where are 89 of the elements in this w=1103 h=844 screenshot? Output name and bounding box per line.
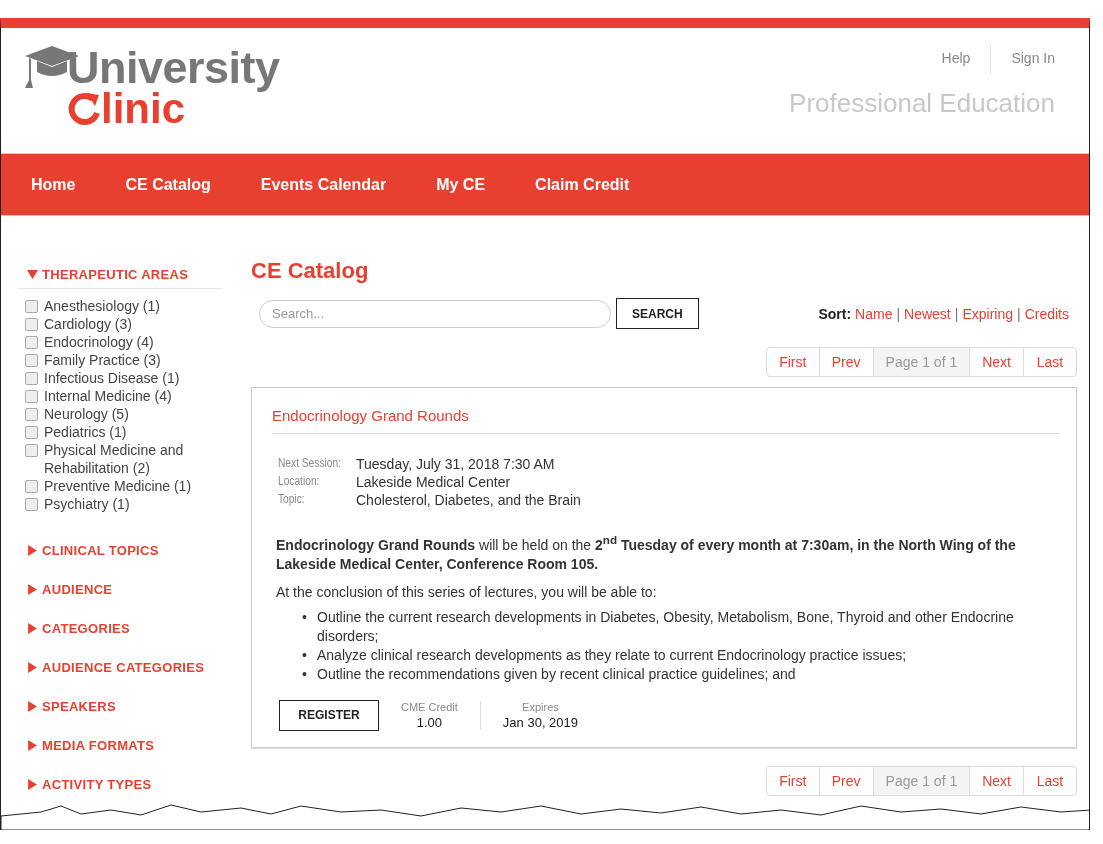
header-link[interactable]: Sign In (990, 44, 1055, 74)
nav-link[interactable]: CE Catalog (125, 175, 211, 194)
intro-text: At the conclusion of this series of lectures, you will be able to: (276, 583, 658, 600)
circular-arrow-icon (67, 91, 101, 127)
filter-label: Pediatrics (1) (44, 423, 127, 441)
checkbox[interactable] (25, 498, 38, 511)
sort-link[interactable]: Credits (1024, 305, 1069, 322)
objective-item: Outline the current research developments in Diabetes, Obesity, Metabolism, Bone, Thyroid and other Endocrine disorders; (317, 607, 1015, 646)
filter-label: Preventive Medicine (1) (44, 477, 192, 495)
detail-label: Topic: (278, 492, 306, 508)
filter-label: Infectious Disease (1) (44, 369, 180, 387)
expires-label: Expires (522, 700, 559, 713)
filter-heading[interactable]: THERAPEUTIC AREAS (17, 260, 223, 289)
separator: | (954, 305, 959, 322)
checkbox[interactable] (25, 300, 38, 313)
credit-value: 1.00 (416, 714, 443, 730)
filter-heading[interactable]: AUDIENCE (17, 570, 223, 609)
filter-label: Physical Medicine and Rehabilitation (2) (44, 441, 185, 477)
checkbox[interactable] (25, 336, 38, 349)
page-indicator[interactable]: Page 1 of 1 (872, 347, 971, 377)
search-button[interactable]: SEARCH (616, 298, 699, 329)
separator: | (896, 305, 901, 322)
description: Endocrinology Grand Rounds will be held on the 2$^{nd}$ Tuesday of every month at 7:30am, in the North Wing of the Lakeside Medical Center, Conference Room 105. (276, 532, 1016, 574)
checkbox[interactable] (25, 480, 38, 493)
checkbox[interactable] (25, 318, 38, 331)
logo-text: University (67, 46, 280, 90)
page-title: CE Catalog (251, 258, 370, 284)
nav-link[interactable]: My CE (436, 175, 486, 194)
header-link[interactable]: Help (921, 44, 971, 74)
filter-heading[interactable]: CATEGORIES (17, 609, 223, 648)
search-field[interactable]: Search... (259, 299, 611, 328)
detail-value: Tuesday, July 31, 2018 7:30 AM (356, 456, 556, 472)
nav-link[interactable]: Claim Credit (535, 175, 630, 194)
sort-link[interactable]: Name (855, 305, 893, 322)
filter-heading[interactable]: CLINICAL TOPICS (17, 531, 223, 570)
bullet: • (302, 664, 308, 684)
bullet: • (302, 607, 308, 627)
checkbox[interactable] (25, 408, 38, 421)
sort-label: Sort: (818, 305, 852, 322)
filter-heading[interactable]: MEDIA FORMATS (17, 726, 223, 765)
caret-right-icon (27, 701, 38, 712)
expires-value: Jan 30, 2019 (502, 714, 579, 730)
checkbox[interactable] (25, 426, 38, 439)
page-indicator[interactable]: Page 1 of 1 (872, 765, 971, 796)
filter-label: Neurology (5) (44, 405, 129, 423)
pagination-link[interactable]: Next (969, 347, 1024, 377)
filter-label: Internal Medicine (4) (44, 387, 172, 405)
sort-link[interactable]: Newest (904, 305, 951, 322)
detail-value: Cholesterol, Diabetes, and the Brain (356, 492, 582, 508)
filter-label: Family Practice (3) (44, 351, 161, 369)
filter-heading[interactable]: SPEAKERS (17, 687, 223, 726)
pagination-link[interactable]: Prev (818, 765, 874, 796)
pagination-link[interactable]: First (765, 347, 820, 377)
caret-right-icon (27, 584, 38, 595)
checkbox[interactable] (25, 390, 38, 403)
bullet: • (302, 645, 308, 665)
filter-label: Cardiology (3) (44, 315, 132, 333)
filter-label: Anesthesiology (1) (44, 297, 160, 315)
objective-item: Outline the recommendations given by recent clinical practice guidelines; and (317, 664, 797, 684)
checkbox[interactable] (25, 444, 38, 457)
caret-right-icon (27, 662, 38, 673)
credit-label: CME Credit (401, 700, 458, 713)
separator: | (1017, 305, 1021, 322)
checkbox[interactable] (25, 372, 38, 385)
activity-title[interactable]: Endocrinology Grand Rounds (272, 388, 1060, 434)
caret-right-icon (27, 623, 38, 634)
checkbox[interactable] (25, 354, 38, 367)
pagination-link[interactable]: Last (1023, 765, 1077, 796)
detail-label: Next Session: (278, 456, 342, 472)
nav-link[interactable]: Home (31, 175, 76, 194)
filter-heading[interactable]: ACTIVITY TYPES (17, 765, 223, 804)
pagination-link[interactable]: First (765, 765, 820, 796)
caret-down-icon (27, 268, 38, 280)
filter-label: Endocrinology (4) (44, 333, 154, 351)
caret-right-icon (27, 545, 38, 556)
register-button[interactable]: REGISTER (279, 699, 379, 731)
detail-label: Location: (278, 474, 321, 490)
pagination-link[interactable]: Last (1023, 347, 1077, 377)
pagination-link[interactable]: Next (969, 765, 1024, 796)
sort-link[interactable]: Expiring (962, 305, 1013, 322)
caret-right-icon (27, 779, 38, 790)
nav-link[interactable]: Events Calendar (260, 175, 387, 194)
filter-label: Psychiatry (1) (44, 495, 130, 513)
objective-item: Analyze clinical research developments as they relate to current Endocrinology practice issues; (317, 645, 908, 665)
pagination-link[interactable]: Prev (818, 347, 874, 377)
filter-heading[interactable]: AUDIENCE CATEGORIES (17, 648, 223, 687)
detail-value: Lakeside Medical Center (356, 474, 512, 490)
logo-text: linic (101, 88, 186, 130)
caret-right-icon (27, 740, 38, 751)
